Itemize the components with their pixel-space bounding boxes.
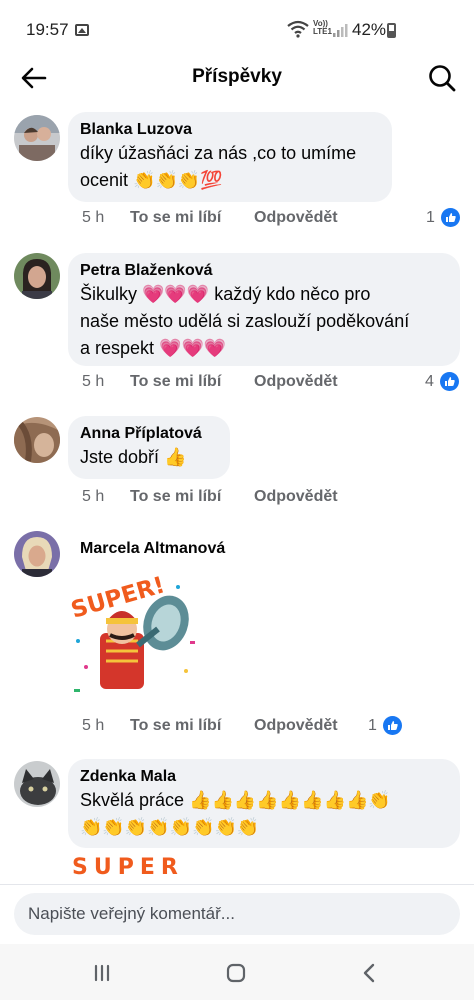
battery-percent: 42% [352, 20, 387, 39]
comment-actions: 5 h To se mi líbí Odpovědět [82, 717, 382, 741]
like-button[interactable]: To se mi líbí [130, 209, 221, 227]
status-time: 19:57 [26, 20, 69, 39]
comment-time: 5 h [82, 373, 105, 390]
like-button[interactable]: To se mi líbí [130, 373, 221, 391]
comment: Petra Blaženková Šikulky 💗💗💗 každý kdo n… [0, 253, 474, 403]
reaction-count: 4 [425, 372, 434, 390]
comment: Blanka Luzova díky úžasňáci za nás ,co t… [0, 112, 474, 232]
comment-time: 5 h [82, 209, 105, 226]
avatar[interactable] [14, 253, 60, 299]
comment-author[interactable]: Petra Blaženková [80, 261, 448, 281]
recent-apps-icon[interactable] [87, 958, 117, 988]
reply-button[interactable]: Odpovědět [254, 209, 338, 227]
page-title: Příspěvky [192, 66, 282, 87]
comment-bubble[interactable]: Blanka Luzova díky úžasňáci za nás ,co t… [68, 112, 392, 202]
status-bar: 19:57 Vo)) LTE1 42% [0, 0, 474, 56]
reaction-count: 1 [368, 716, 377, 734]
gallery-icon [75, 24, 89, 36]
comment-input[interactable] [14, 893, 460, 935]
comment-composer [0, 884, 474, 944]
back-icon[interactable] [355, 958, 385, 988]
volte-indicator: Vo)) LTE1 [313, 19, 332, 36]
comment-author[interactable]: Anna Příplatová [80, 424, 218, 444]
comment-author[interactable]: Blanka Luzova [80, 120, 380, 140]
comment-text: Šikulky 💗💗💗 každý kdo něco pro naše měst… [80, 284, 410, 358]
wifi-icon [287, 20, 309, 38]
comment-actions: 5 h To se mi líbí Odpovědět [82, 488, 382, 512]
reply-button[interactable]: Odpovědět [254, 488, 338, 506]
like-reaction-icon [383, 716, 403, 735]
reaction-summary[interactable]: 4 [425, 372, 460, 394]
comment-time: 5 h [82, 717, 105, 734]
signal-icon [333, 24, 348, 37]
comment-bubble[interactable]: Anna Příplatová Jste dobří 👍 [68, 416, 230, 479]
search-icon[interactable] [426, 62, 458, 94]
comment-actions: 5 h To se mi líbí Odpovědět [82, 209, 382, 233]
battery-icon [387, 23, 396, 38]
avatar[interactable] [14, 531, 60, 577]
comment-text: Skvělá práce 👍👍👍👍👍👍👍👍👏 👏👏👏👏👏👏👏👏 [80, 790, 391, 837]
comment-bubble[interactable]: Zdenka Mala Skvělá práce 👍👍👍👍👍👍👍👍👏 👏👏👏👏👏… [68, 759, 460, 848]
comment-bubble[interactable]: Petra Blaženková Šikulky 💗💗💗 každý kdo n… [68, 253, 460, 366]
comment-actions: 5 h To se mi líbí Odpovědět [82, 373, 382, 397]
comment: Zdenka Mala Skvělá práce 👍👍👍👍👍👍👍👍👏 👏👏👏👏👏… [0, 759, 474, 884]
system-nav-bar [0, 944, 474, 1000]
sticker-text: SUPER [72, 855, 184, 880]
comment-author[interactable]: Marcela Altmanová [80, 540, 225, 558]
reaction-count: 1 [426, 208, 435, 226]
reaction-summary[interactable]: 1 [426, 208, 461, 230]
comment-author[interactable]: Zdenka Mala [80, 767, 448, 787]
avatar[interactable] [14, 761, 60, 807]
super-sticker[interactable]: SUPER [70, 853, 200, 884]
app-bar: Příspěvky [0, 56, 474, 100]
comment-time: 5 h [82, 488, 105, 505]
comment: Anna Příplatová Jste dobří 👍 5 h To se m… [0, 416, 474, 516]
reply-button[interactable]: Odpovědět [254, 717, 338, 735]
like-button[interactable]: To se mi líbí [130, 717, 221, 735]
comment: Marcela Altmanová SUPER! 5 h To se mi lí… [0, 531, 474, 746]
reaction-summary[interactable]: 1 [368, 716, 403, 738]
like-button[interactable]: To se mi líbí [130, 488, 221, 506]
like-reaction-icon [440, 372, 460, 391]
comment-text: Jste dobří 👍 [80, 447, 187, 467]
super-sticker[interactable]: SUPER! [66, 571, 206, 711]
home-icon[interactable] [221, 958, 251, 988]
avatar[interactable] [14, 417, 60, 463]
avatar[interactable] [14, 115, 60, 161]
like-reaction-icon [441, 208, 461, 227]
comment-text: díky úžasňáci za nás ,co to umíme ocenit… [80, 143, 357, 190]
reply-button[interactable]: Odpovědět [254, 373, 338, 391]
